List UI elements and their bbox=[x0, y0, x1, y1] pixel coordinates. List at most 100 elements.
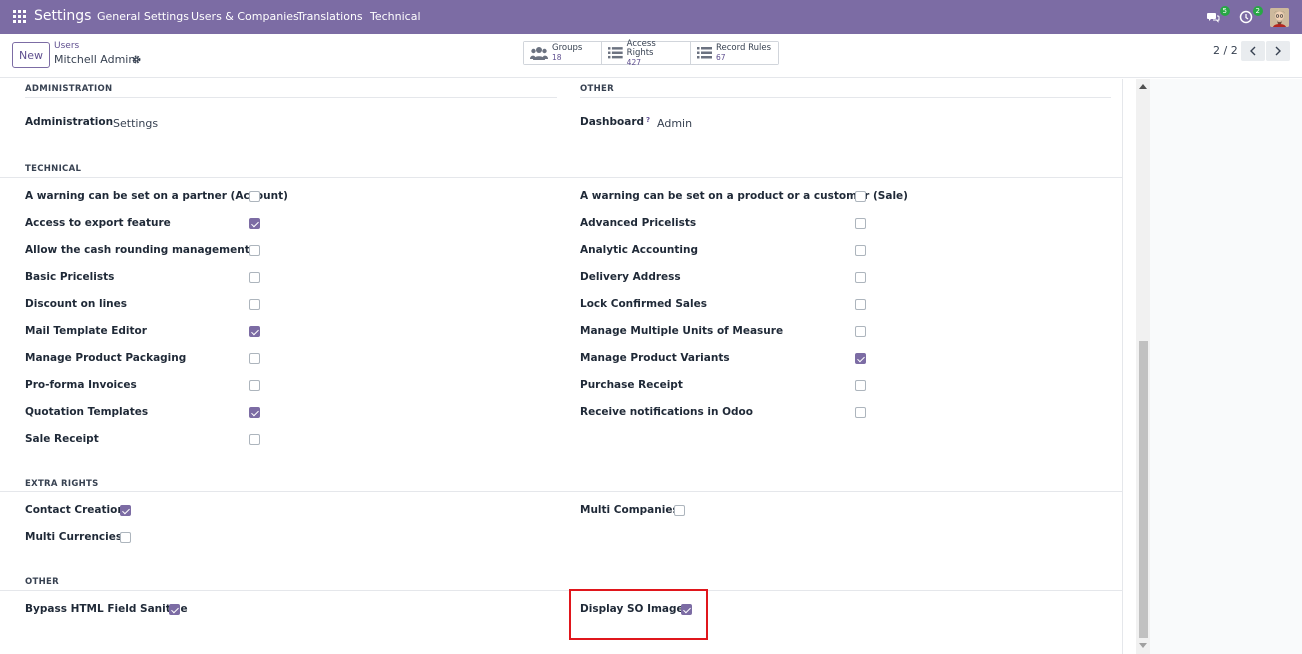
messages-icon[interactable]: 5 bbox=[1206, 6, 1230, 25]
checkbox[interactable] bbox=[855, 407, 866, 418]
checkbox-label: Access to export feature bbox=[25, 217, 171, 229]
right-panel bbox=[1150, 79, 1302, 654]
checkbox[interactable] bbox=[249, 272, 260, 283]
checkbox-label: Receive notifications in Odoo bbox=[580, 406, 753, 418]
checkbox[interactable] bbox=[249, 407, 260, 418]
section-title-extra-rights: EXTRA RIGHTS bbox=[25, 479, 99, 489]
checkbox-label: Delivery Address bbox=[580, 271, 681, 283]
checkbox-label: Multi Companies bbox=[580, 504, 679, 516]
checkbox[interactable] bbox=[855, 272, 866, 283]
access-rights-count: 427 bbox=[626, 57, 641, 67]
gear-icon[interactable] bbox=[131, 54, 142, 65]
checkbox-label: Sale Receipt bbox=[25, 433, 99, 445]
checkbox[interactable] bbox=[249, 326, 260, 337]
record-rules-label: Record Rules bbox=[716, 43, 772, 53]
checkbox-label: Analytic Accounting bbox=[580, 244, 698, 256]
checkbox[interactable] bbox=[855, 353, 866, 364]
help-tooltip-icon[interactable]: ? bbox=[646, 116, 650, 124]
app-menu-icon[interactable] bbox=[13, 10, 26, 23]
groups-count: 18 bbox=[552, 53, 562, 62]
breadcrumb-current: Mitchell Admin bbox=[54, 53, 136, 66]
section-title-other: OTHER bbox=[580, 84, 614, 94]
menu-users-companies[interactable]: Users & Companies bbox=[191, 10, 299, 23]
pager-next-button[interactable] bbox=[1266, 41, 1290, 61]
checkbox[interactable] bbox=[120, 532, 131, 543]
section-title-technical: TECHNICAL bbox=[25, 164, 82, 174]
section-divider bbox=[25, 97, 557, 98]
checkbox[interactable] bbox=[855, 245, 866, 256]
access-rights-button[interactable]: Access Rights 427 bbox=[602, 38, 691, 67]
messages-badge: 5 bbox=[1219, 6, 1230, 16]
menu-technical[interactable]: Technical bbox=[370, 10, 421, 23]
checkbox[interactable] bbox=[855, 299, 866, 310]
checkbox[interactable] bbox=[674, 505, 685, 516]
checkbox[interactable] bbox=[855, 191, 866, 202]
pager-previous-button[interactable] bbox=[1241, 41, 1265, 61]
new-button[interactable]: New bbox=[12, 42, 50, 68]
section-divider bbox=[0, 590, 1123, 591]
access-rights-label: Access Rights bbox=[626, 38, 656, 58]
section-divider bbox=[0, 177, 1123, 178]
list-icon bbox=[697, 47, 712, 59]
checkbox[interactable] bbox=[855, 326, 866, 337]
menu-translations[interactable]: Translations bbox=[297, 10, 363, 23]
chevron-left-icon bbox=[1250, 46, 1256, 56]
dashboard-label: Dashboard? bbox=[580, 116, 650, 128]
checkbox[interactable] bbox=[249, 434, 260, 445]
section-title-administration: ADMINISTRATION bbox=[25, 84, 113, 94]
pager-value[interactable]: 2 / 2 bbox=[1213, 44, 1238, 57]
dashboard-select[interactable]: Admin bbox=[657, 117, 692, 130]
checkbox-label: Multi Currencies bbox=[25, 531, 123, 543]
groups-label: Groups bbox=[552, 43, 583, 53]
chevron-right-icon bbox=[1275, 46, 1281, 56]
scrollbar-thumb[interactable] bbox=[1139, 341, 1148, 638]
control-panel: New Users Mitchell Admin Groups 18 Access… bbox=[0, 34, 1302, 78]
checkbox-label: Manage Product Packaging bbox=[25, 352, 187, 364]
checkbox-label: Allow the cash rounding management bbox=[25, 244, 250, 256]
record-rules-button[interactable]: Record Rules 67 bbox=[691, 42, 778, 64]
administration-select[interactable]: Settings bbox=[113, 117, 158, 130]
scroll-down-arrow-icon[interactable] bbox=[1139, 643, 1147, 648]
list-icon bbox=[608, 47, 623, 59]
users-icon bbox=[530, 47, 548, 60]
section-title-other-bottom: OTHER bbox=[25, 577, 59, 587]
checkbox-label: Discount on lines bbox=[25, 298, 128, 310]
checkbox-label: Advanced Pricelists bbox=[580, 217, 697, 229]
checkbox[interactable] bbox=[169, 604, 180, 615]
dashboard-label-text: Dashboard bbox=[580, 116, 645, 128]
groups-button[interactable]: Groups 18 bbox=[524, 42, 602, 64]
checkbox[interactable] bbox=[249, 299, 260, 310]
checkbox[interactable] bbox=[249, 191, 260, 202]
menu-general-settings[interactable]: General Settings bbox=[97, 10, 189, 23]
activities-badge: 2 bbox=[1252, 6, 1263, 16]
checkbox-label: Quotation Templates bbox=[25, 406, 149, 418]
checkbox[interactable] bbox=[249, 245, 260, 256]
checkbox-label: Pro-forma Invoices bbox=[25, 379, 137, 391]
top-navbar: Settings General Settings Users & Compan… bbox=[0, 0, 1302, 34]
checkbox[interactable] bbox=[120, 505, 131, 516]
checkbox-label: Manage Product Variants bbox=[580, 352, 730, 364]
record-rules-count: 67 bbox=[716, 53, 726, 62]
checkbox-label: Lock Confirmed Sales bbox=[580, 298, 707, 310]
checkbox[interactable] bbox=[249, 353, 260, 364]
activities-icon[interactable]: 2 bbox=[1239, 6, 1263, 25]
smart-buttons: Groups 18 Access Rights 427 Record Rules 67 bbox=[523, 38, 779, 67]
checkbox-label: Mail Template Editor bbox=[25, 325, 147, 337]
checkbox-label: Contact Creation bbox=[25, 504, 125, 516]
section-divider bbox=[580, 97, 1111, 98]
checkbox[interactable] bbox=[855, 380, 866, 391]
scroll-up-arrow-icon[interactable] bbox=[1139, 84, 1147, 89]
form-content bbox=[0, 79, 1123, 654]
section-divider bbox=[0, 491, 1123, 492]
app-title[interactable]: Settings bbox=[34, 8, 91, 24]
checkbox[interactable] bbox=[249, 380, 260, 391]
checkbox-label: Manage Multiple Units of Measure bbox=[580, 325, 784, 337]
checkbox[interactable] bbox=[855, 218, 866, 229]
highlight-box bbox=[569, 589, 708, 640]
checkbox[interactable] bbox=[249, 218, 260, 229]
checkbox-label: Bypass HTML Field Sanitize bbox=[25, 603, 188, 615]
user-avatar[interactable] bbox=[1270, 8, 1289, 27]
checkbox-label: Basic Pricelists bbox=[25, 271, 115, 283]
checkbox-label: Purchase Receipt bbox=[580, 379, 683, 391]
breadcrumb-users[interactable]: Users bbox=[54, 41, 79, 51]
